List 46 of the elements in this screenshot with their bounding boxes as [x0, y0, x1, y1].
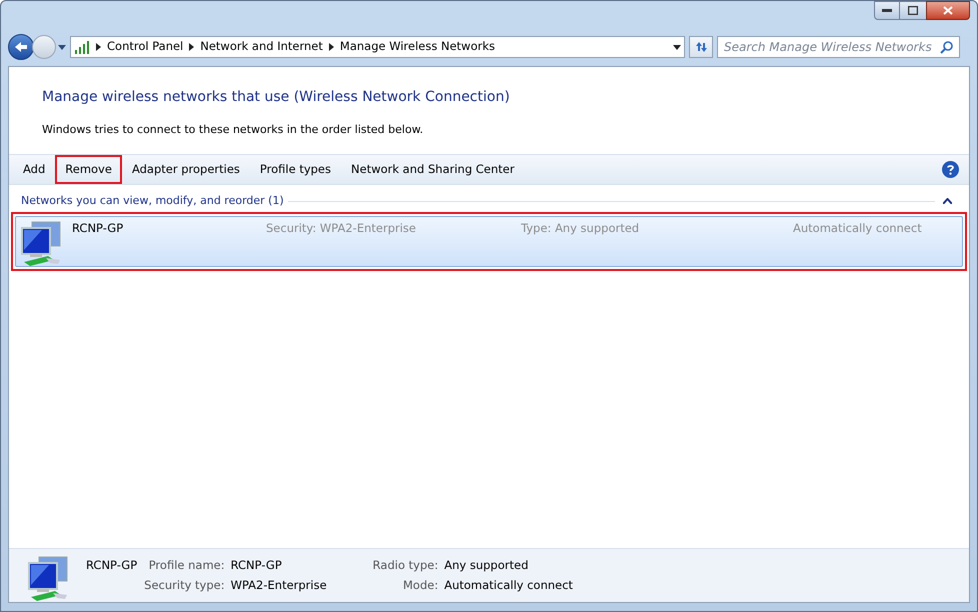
help-button[interactable]	[942, 161, 959, 178]
field-label: Profile name:	[148, 557, 225, 574]
collapse-chevron-icon[interactable]	[943, 198, 952, 204]
group-header[interactable]: Networks you can view, modify, and reorder (1)	[21, 193, 284, 210]
description-text: Windows tries to connect to these networks in the order listed below.	[42, 122, 424, 138]
field-value: WPA2-Enterprise	[230, 577, 327, 594]
refresh-arrows-icon	[694, 41, 708, 53]
toolbar-button[interactable]: Network and Sharing Center	[341, 155, 524, 184]
breadcrumb-link[interactable]: Control Panel	[107, 38, 184, 56]
signal-bars-icon	[74, 40, 90, 54]
field-label: Radio type:	[372, 557, 438, 574]
field-label: Security type:	[144, 577, 225, 594]
minimize-icon	[882, 8, 892, 12]
minimize-button[interactable]	[874, 1, 900, 20]
toolbar-button[interactable]: Profile types	[250, 155, 342, 184]
type-text: Type: Any supported	[521, 220, 640, 236]
toolbar-button[interactable]: Remove	[55, 155, 122, 184]
dropdown-arrow-icon	[58, 44, 66, 50]
address-bar[interactable]: Control Panel Network and Internet Manage Wireless Networks	[70, 36, 685, 58]
field-value: RCNP-GP	[230, 557, 283, 574]
field-value: Any supported	[444, 557, 530, 574]
breadcrumb-arrow-icon	[96, 43, 101, 51]
back-arrow-icon	[14, 41, 28, 53]
profile-name: RCNP-GP	[86, 557, 138, 574]
search-field[interactable]: Search Manage Wireless Networks	[717, 36, 960, 58]
maximize-button[interactable]	[900, 1, 926, 20]
network-list-item[interactable]: RCNP-GP Security: WPA2-Enterprise Type: Any supported Automatically connect	[15, 216, 963, 266]
connection-mode-text: Automatically connect	[793, 220, 922, 236]
maximize-icon	[908, 6, 918, 15]
dropdown-arrow-icon	[673, 44, 681, 50]
network-name: RCNP-GP	[72, 220, 124, 236]
security-text: Security: WPA2-Enterprise	[266, 220, 417, 236]
refresh-button[interactable]	[689, 36, 713, 58]
field-label: Mode:	[402, 577, 438, 594]
close-button[interactable]	[926, 1, 970, 20]
page-heading: Manage wireless networks that use (Wireless Network Connection)	[42, 88, 511, 107]
close-icon	[943, 6, 953, 15]
breadcrumb-link[interactable]: Network and Internet	[200, 38, 323, 56]
field-value: Automatically connect	[444, 577, 573, 594]
breadcrumb-arrow-icon	[328, 43, 334, 51]
breadcrumb-arrow-icon	[189, 43, 194, 51]
back-button[interactable]	[8, 34, 34, 60]
search-icon	[940, 40, 953, 54]
breadcrumb-link[interactable]: Manage Wireless Networks	[340, 38, 496, 56]
toolbar-button[interactable]: Adapter properties	[122, 155, 250, 184]
toolbar-button[interactable]: Add	[13, 155, 56, 184]
